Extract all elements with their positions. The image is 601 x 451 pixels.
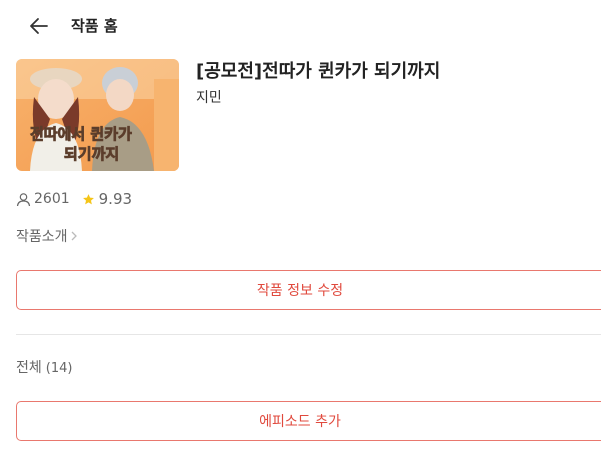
edit-work-info-button[interactable]: 작품 정보 수정	[16, 270, 601, 310]
star-icon	[82, 193, 94, 204]
cover-image[interactable]: 전따에서 퀸카가 되기까지	[16, 59, 179, 171]
work-stats: 2601 9.93	[16, 189, 132, 209]
cover-caption-line2: 되기까지	[64, 145, 119, 163]
episode-count: (14)	[45, 361, 73, 376]
view-count-value: 2601	[34, 191, 70, 207]
view-count: 2601	[16, 191, 70, 207]
divider	[16, 334, 601, 335]
arrow-left-icon	[30, 18, 48, 34]
cover-illustration: 전따에서 퀸카가 되기까지	[16, 59, 179, 171]
cover-caption-line1: 전따에서 퀸카가	[30, 125, 132, 143]
add-episode-button[interactable]: 에피소드 추가	[16, 401, 601, 441]
episode-list-header: 전체 (14)	[16, 358, 72, 379]
episode-all-label: 전체	[16, 360, 42, 376]
back-button[interactable]	[26, 13, 52, 39]
top-bar: 작품 홈	[0, 0, 601, 54]
person-icon	[16, 192, 31, 206]
work-intro-link[interactable]: 작품소개	[16, 226, 78, 246]
rating: 9.93	[82, 190, 132, 208]
chevron-right-icon	[71, 231, 77, 241]
work-intro-label: 작품소개	[16, 229, 68, 245]
work-title: [공모전]전따가 퀸카가 되기까지	[196, 61, 441, 82]
page-title: 작품 홈	[71, 17, 118, 35]
rating-value: 9.93	[98, 190, 133, 208]
author-name[interactable]: 지민	[196, 88, 222, 108]
